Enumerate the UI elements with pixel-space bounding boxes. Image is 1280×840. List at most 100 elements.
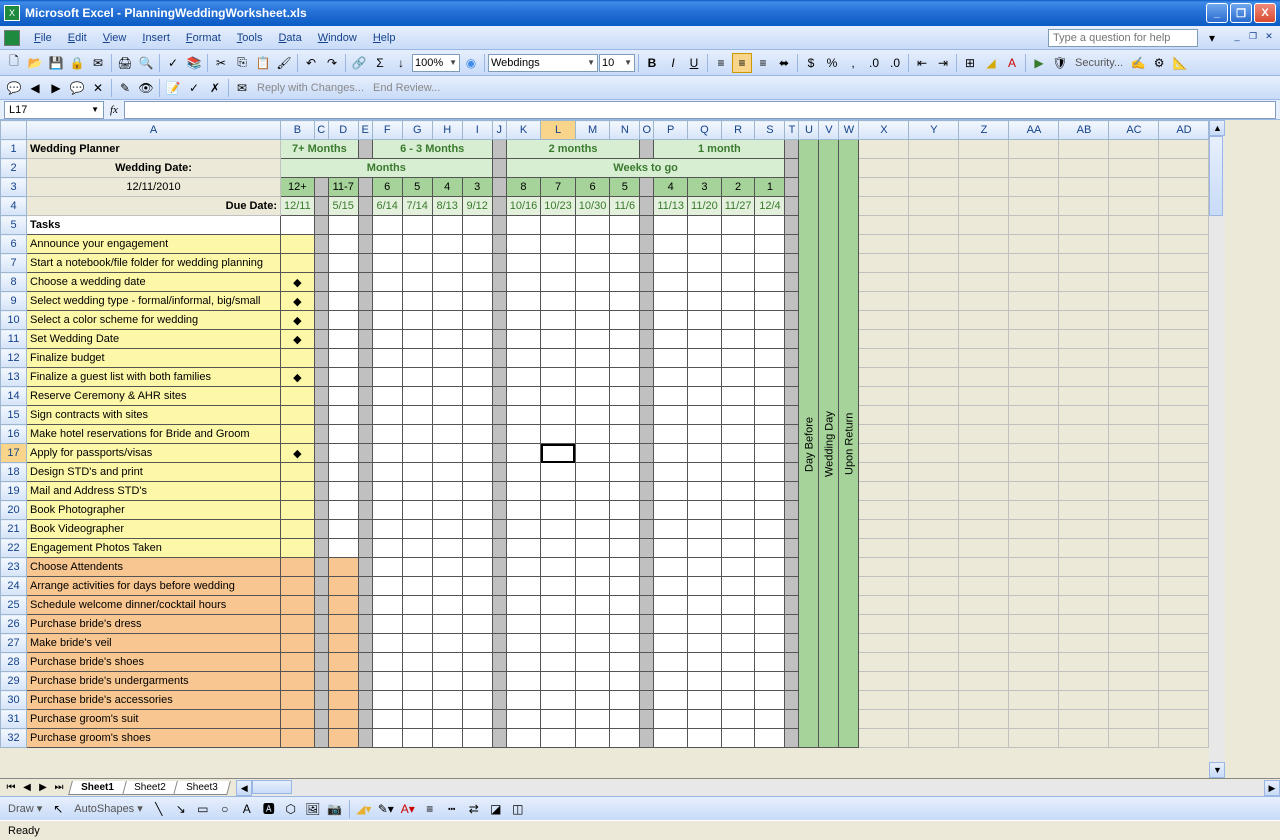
marker-cell[interactable]	[281, 710, 315, 729]
cell[interactable]	[688, 292, 722, 311]
cell-empty[interactable]	[1059, 254, 1109, 273]
cell[interactable]	[328, 216, 358, 235]
cell-empty[interactable]	[1059, 216, 1109, 235]
cell-empty[interactable]	[1159, 520, 1209, 539]
cell[interactable]	[785, 672, 799, 691]
help-icon[interactable]: ◉	[461, 53, 481, 73]
cell-empty[interactable]	[909, 349, 959, 368]
cell-empty[interactable]	[959, 387, 1009, 406]
col-header-V[interactable]: V	[819, 121, 839, 140]
cell[interactable]	[755, 292, 785, 311]
cell-empty[interactable]	[959, 292, 1009, 311]
cell[interactable]	[372, 482, 402, 501]
cell[interactable]	[492, 558, 506, 577]
cell-empty[interactable]	[859, 368, 909, 387]
cell-empty[interactable]	[1159, 140, 1209, 159]
marker-cell[interactable]	[281, 501, 315, 520]
cell[interactable]	[506, 482, 541, 501]
sign-icon[interactable]: ✍	[1128, 53, 1148, 73]
cell-gray[interactable]	[640, 140, 654, 159]
cell-empty[interactable]	[1159, 596, 1209, 615]
row-header-16[interactable]: 16	[1, 425, 27, 444]
cell[interactable]	[462, 254, 492, 273]
col-header-AB[interactable]: AB	[1059, 121, 1109, 140]
cell-empty[interactable]	[1009, 197, 1059, 216]
row-header-9[interactable]: 9	[1, 292, 27, 311]
cell-gray[interactable]	[492, 140, 506, 159]
cell[interactable]	[506, 349, 541, 368]
cell-empty[interactable]	[1059, 368, 1109, 387]
col-header-U[interactable]: U	[799, 121, 819, 140]
cell-empty[interactable]	[859, 539, 909, 558]
cell[interactable]	[640, 425, 654, 444]
cell[interactable]	[402, 539, 432, 558]
col-header-C[interactable]: C	[314, 121, 328, 140]
marker-cell[interactable]	[281, 615, 315, 634]
cell[interactable]	[755, 710, 785, 729]
cell-empty[interactable]	[959, 729, 1009, 748]
cell[interactable]	[785, 273, 799, 292]
row-header-24[interactable]: 24	[1, 577, 27, 596]
cell[interactable]	[654, 254, 688, 273]
cell[interactable]	[721, 653, 755, 672]
cell[interactable]	[402, 406, 432, 425]
cell[interactable]	[432, 691, 462, 710]
cell-dd[interactable]: 11/20	[688, 197, 722, 216]
col-header-AD[interactable]: AD	[1159, 121, 1209, 140]
cell[interactable]	[358, 672, 372, 691]
cell-empty[interactable]	[1109, 140, 1159, 159]
row-header-11[interactable]: 11	[1, 330, 27, 349]
cell[interactable]	[506, 615, 541, 634]
cell[interactable]	[372, 292, 402, 311]
cell[interactable]	[506, 254, 541, 273]
cell[interactable]	[432, 729, 462, 748]
cell-empty[interactable]	[959, 444, 1009, 463]
spelling-icon[interactable]: ✓	[163, 53, 183, 73]
cell[interactable]	[688, 501, 722, 520]
cell[interactable]	[462, 349, 492, 368]
permission-icon[interactable]: 🔒	[67, 53, 87, 73]
cell[interactable]	[372, 691, 402, 710]
cell[interactable]	[610, 577, 640, 596]
row-header-15[interactable]: 15	[1, 406, 27, 425]
col-header-Q[interactable]: Q	[688, 121, 722, 140]
cell-empty[interactable]	[859, 330, 909, 349]
cell[interactable]	[328, 501, 358, 520]
cell-empty[interactable]	[1059, 710, 1109, 729]
cell-empty[interactable]	[1159, 368, 1209, 387]
cell[interactable]	[785, 615, 799, 634]
row-header-28[interactable]: 28	[1, 653, 27, 672]
cell[interactable]	[492, 615, 506, 634]
cell[interactable]	[785, 501, 799, 520]
cell[interactable]	[372, 273, 402, 292]
cell[interactable]	[541, 406, 576, 425]
scroll-up-icon[interactable]: ▲	[1209, 120, 1225, 136]
cell[interactable]	[492, 596, 506, 615]
task-cell[interactable]: Purchase groom's shoes	[27, 729, 281, 748]
wordart-icon[interactable]: 🅰	[259, 799, 279, 819]
col-header-F[interactable]: F	[372, 121, 402, 140]
cell-empty[interactable]	[1109, 387, 1159, 406]
cell-empty[interactable]	[1009, 235, 1059, 254]
marker-cell[interactable]	[281, 406, 315, 425]
cell-empty[interactable]	[959, 273, 1009, 292]
cell[interactable]	[432, 387, 462, 406]
row-header-32[interactable]: 32	[1, 729, 27, 748]
cell[interactable]	[328, 444, 358, 463]
cell[interactable]	[610, 463, 640, 482]
cell[interactable]	[610, 672, 640, 691]
cell-empty[interactable]	[1009, 387, 1059, 406]
cell-empty[interactable]	[859, 577, 909, 596]
cell[interactable]	[402, 653, 432, 672]
col-header-R[interactable]: R	[721, 121, 755, 140]
cell[interactable]	[358, 577, 372, 596]
cell[interactable]	[755, 520, 785, 539]
cell[interactable]	[785, 406, 799, 425]
cell[interactable]	[688, 444, 722, 463]
cell[interactable]	[506, 539, 541, 558]
mdi-restore[interactable]: ❐	[1246, 31, 1260, 45]
cell[interactable]	[372, 520, 402, 539]
cell[interactable]	[654, 311, 688, 330]
cell[interactable]	[654, 368, 688, 387]
cell[interactable]	[610, 615, 640, 634]
